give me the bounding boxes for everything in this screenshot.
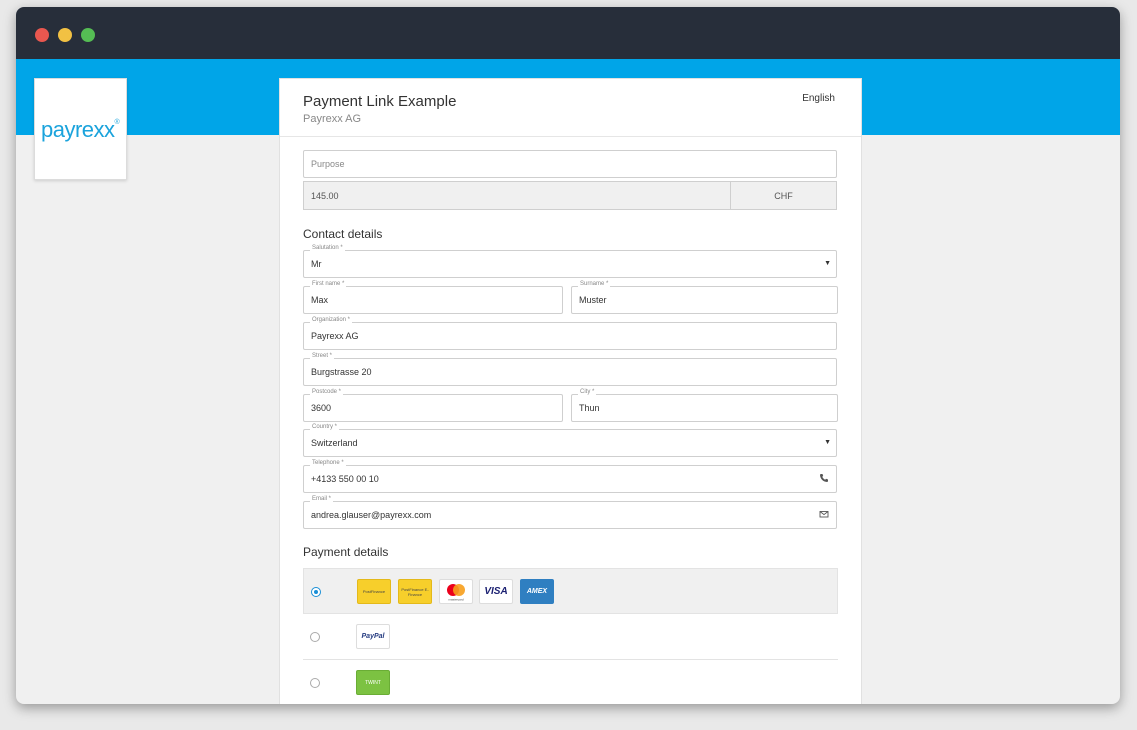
organization-value: Payrexx AG (311, 331, 359, 341)
postfinance-efinance-icon: PostFinance E-Finance (398, 579, 432, 604)
country-select[interactable]: Country * Switzerland ▼ (303, 424, 837, 457)
payment-radio-cards[interactable] (311, 587, 321, 597)
currency-field: CHF (731, 181, 837, 210)
surname-label: Surname * (578, 281, 611, 287)
city-field[interactable]: City * Thun (571, 389, 838, 422)
page-title: Payment Link Example (303, 93, 457, 110)
payment-option-twint[interactable]: TWINT (303, 660, 838, 704)
payment-radio-paypal[interactable] (310, 632, 320, 642)
organization-label: Organization * (310, 317, 353, 323)
purpose-input[interactable]: Purpose (303, 150, 837, 178)
window-titlebar (16, 7, 1120, 59)
logo-text: payrexx® (41, 117, 120, 142)
first-name-field[interactable]: First name * Max (303, 281, 563, 314)
city-label: City * (578, 389, 597, 395)
phone-icon (820, 474, 828, 482)
maximize-window-button[interactable] (81, 28, 95, 42)
salutation-label: Salutation * (310, 245, 345, 251)
amex-icon: AMEX (520, 579, 554, 604)
salutation-select[interactable]: Salutation * Mr ▼ (303, 245, 837, 278)
card-header: Payment Link Example Payrexx AG English (280, 79, 861, 137)
paypal-icon: PayPal (356, 624, 390, 649)
street-label: Street * (310, 353, 335, 359)
postcode-field[interactable]: Postcode * 3600 (303, 389, 563, 422)
minimize-window-button[interactable] (58, 28, 72, 42)
telephone-value: +4133 550 00 10 (311, 474, 379, 484)
surname-value: Muster (579, 295, 607, 305)
first-name-value: Max (311, 295, 329, 305)
contact-details-heading: Contact details (303, 227, 383, 241)
street-field[interactable]: Street * Burgstrasse 20 (303, 353, 837, 386)
postfinance-card-icon: PostFinance (357, 579, 391, 604)
street-value: Burgstrasse 20 (311, 367, 372, 377)
chevron-down-icon: ▼ (824, 260, 831, 267)
payment-option-paypal[interactable]: PayPal (303, 614, 838, 660)
country-value: Switzerland (311, 438, 358, 448)
postcode-value: 3600 (311, 403, 332, 413)
first-name-label: First name * (310, 281, 347, 287)
amount-value: 145.00 (311, 191, 339, 201)
email-value: andrea.glauser@payrexx.com (311, 510, 432, 520)
country-label: Country * (310, 424, 340, 430)
language-selector[interactable]: English (802, 93, 835, 104)
payment-option-cards[interactable]: PostFinance PostFinance E-Finance master… (303, 568, 838, 614)
postcode-label: Postcode * (310, 389, 344, 395)
salutation-value: Mr (311, 259, 322, 269)
svg-text:mastercard: mastercard (448, 597, 463, 601)
amount-field: 145.00 (303, 181, 731, 210)
envelope-icon (819, 511, 829, 518)
email-field[interactable]: Email * andrea.glauser@payrexx.com (303, 496, 837, 529)
purpose-placeholder: Purpose (311, 159, 345, 169)
payment-radio-twint[interactable] (310, 678, 320, 688)
payment-details-heading: Payment details (303, 545, 389, 559)
browser-window: payrexx® Payment Link Example Payrexx AG… (16, 7, 1120, 704)
telephone-field[interactable]: Telephone * +4133 550 00 10 (303, 460, 837, 493)
telephone-label: Telephone * (310, 460, 346, 466)
organization-field[interactable]: Organization * Payrexx AG (303, 317, 837, 350)
surname-field[interactable]: Surname * Muster (571, 281, 838, 314)
chevron-down-icon: ▼ (824, 439, 831, 446)
close-window-button[interactable] (35, 28, 49, 42)
visa-icon: VISA (479, 579, 513, 604)
amount-group: 145.00 CHF (303, 181, 837, 210)
brand-logo: payrexx® (34, 78, 127, 180)
mastercard-icon: mastercard (439, 579, 473, 604)
payment-form-card: Payment Link Example Payrexx AG English … (279, 78, 862, 704)
email-label: Email * (310, 496, 334, 502)
merchant-name: Payrexx AG (303, 113, 362, 125)
twint-icon: TWINT (356, 670, 390, 695)
currency-value: CHF (774, 191, 793, 201)
city-value: Thun (579, 403, 600, 413)
